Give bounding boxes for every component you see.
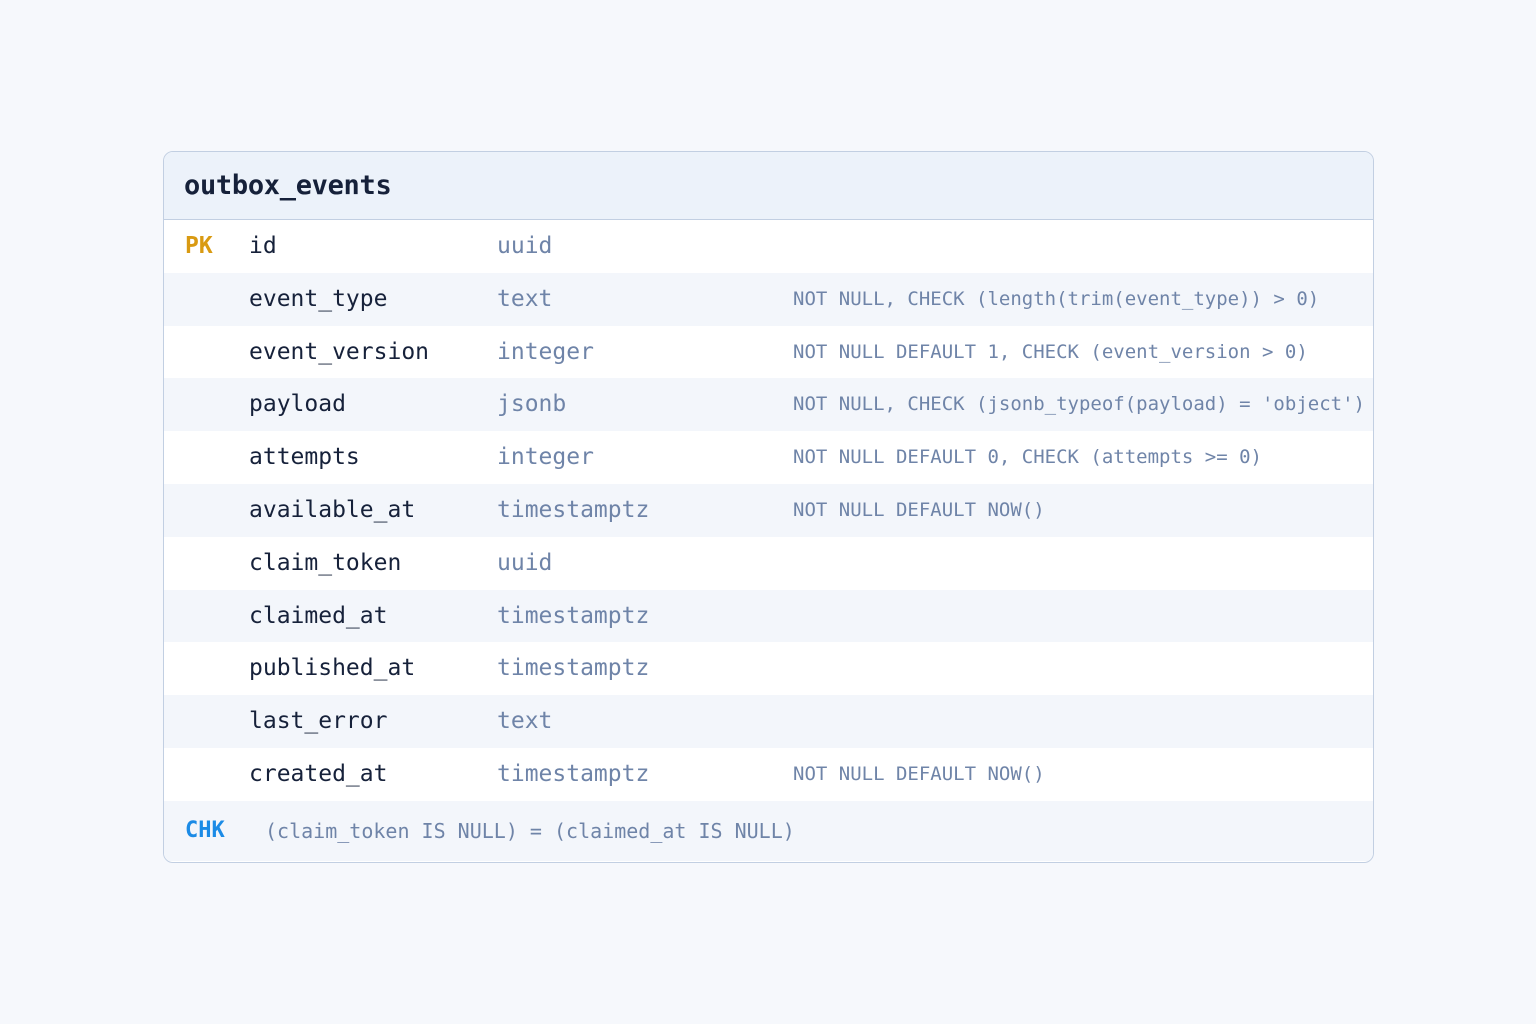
- table-row-payload: payload jsonb NOT NULL, CHECK (jsonb_typ…: [164, 378, 1373, 432]
- check-constraint-row: CHK (claim_token IS NULL) = (claimed_at …: [164, 800, 1373, 861]
- column-constraint: NOT NULL, CHECK (jsonb_typeof(payload) =…: [793, 393, 1365, 416]
- table-header: outbox_events: [164, 152, 1373, 220]
- table-row-id: PK id uuid: [164, 220, 1373, 273]
- column-name: payload: [249, 391, 346, 418]
- column-constraint: NOT NULL DEFAULT NOW(): [793, 498, 1045, 521]
- table-card: outbox_events PK id uuid event_type text…: [163, 151, 1374, 863]
- column-list: PK id uuid event_type text NOT NULL, CHE…: [164, 220, 1373, 861]
- column-type: uuid: [497, 549, 553, 576]
- table-name: outbox_events: [184, 170, 392, 201]
- column-name: available_at: [249, 496, 416, 523]
- column-type: text: [497, 285, 553, 312]
- column-type: timestamptz: [497, 496, 650, 523]
- column-type: timestamptz: [497, 760, 650, 787]
- column-type: integer: [497, 444, 594, 471]
- column-type: jsonb: [497, 391, 567, 418]
- check-constraint-badge: CHK: [185, 817, 225, 843]
- column-name: event_version: [249, 338, 430, 365]
- column-name: created_at: [249, 760, 388, 787]
- column-name: event_type: [249, 285, 388, 312]
- table-row-last-error: last_error text: [164, 695, 1373, 748]
- table-row-event-type: event_type text NOT NULL, CHECK (length(…: [164, 272, 1373, 326]
- column-constraint: NOT NULL DEFAULT 1, CHECK (event_version…: [793, 340, 1308, 363]
- column-name: claim_token: [249, 549, 402, 576]
- column-type: text: [497, 708, 553, 735]
- column-type: timestamptz: [497, 655, 650, 682]
- column-type: timestamptz: [497, 602, 650, 629]
- table-row-attempts: attempts integer NOT NULL DEFAULT 0, CHE…: [164, 431, 1373, 484]
- column-constraint: NOT NULL, CHECK (length(trim(event_type)…: [793, 287, 1320, 310]
- column-type: integer: [497, 338, 594, 365]
- column-name: attempts: [249, 444, 360, 471]
- primary-key-badge: PK: [185, 233, 213, 259]
- table-row-created-at: created_at timestamptz NOT NULL DEFAULT …: [164, 747, 1373, 801]
- table-row-available-at: available_at timestamptz NOT NULL DEFAUL…: [164, 483, 1373, 537]
- column-type: uuid: [497, 233, 553, 259]
- check-constraint-expression: (claim_token IS NULL) = (claimed_at IS N…: [265, 818, 795, 843]
- table-row-claimed-at: claimed_at timestamptz: [164, 589, 1373, 643]
- column-constraint: NOT NULL DEFAULT NOW(): [793, 762, 1045, 785]
- column-name: published_at: [249, 655, 416, 682]
- table-row-claim-token: claim_token uuid: [164, 536, 1373, 590]
- column-name: last_error: [249, 708, 388, 735]
- table-row-published-at: published_at timestamptz: [164, 642, 1373, 696]
- column-name: id: [249, 233, 277, 259]
- column-name: claimed_at: [249, 602, 388, 629]
- column-constraint: NOT NULL DEFAULT 0, CHECK (attempts >= 0…: [793, 446, 1262, 469]
- table-row-event-version: event_version integer NOT NULL DEFAULT 1…: [164, 325, 1373, 379]
